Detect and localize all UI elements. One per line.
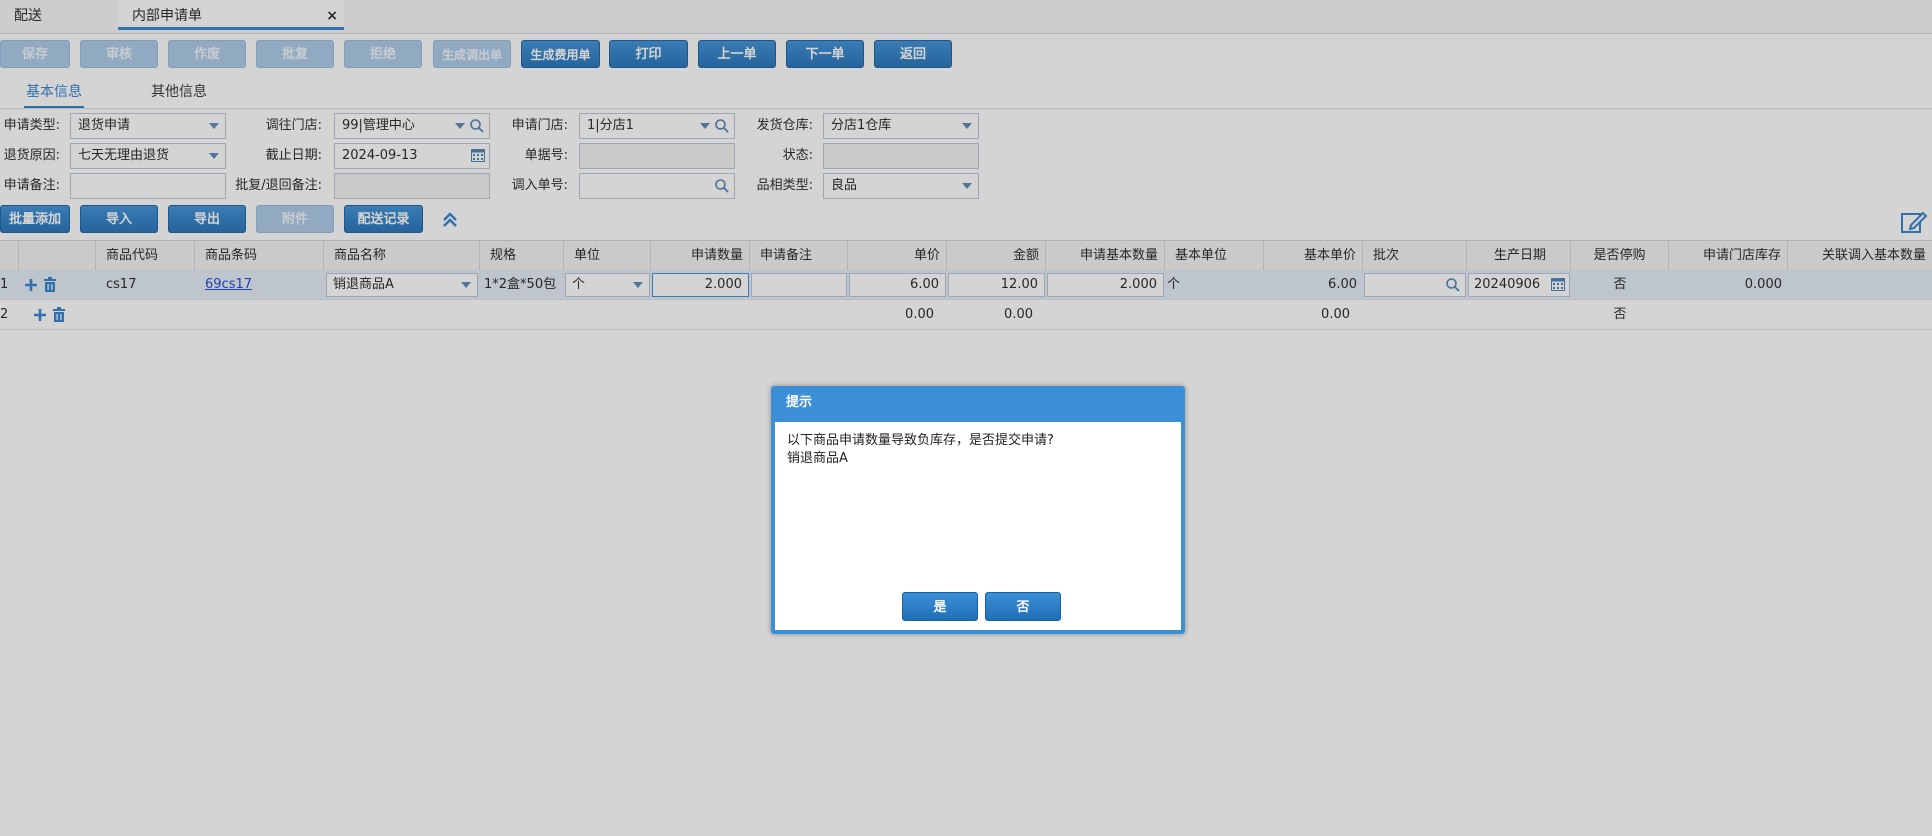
dialog-message-line: 以下商品申请数量导致负库存，是否提交申请? <box>787 433 1054 448</box>
dialog-body: 以下商品申请数量导致负库存，是否提交申请? 销退商品A 是 否 <box>775 422 1181 630</box>
dialog-message: 以下商品申请数量导致负库存，是否提交申请? 销退商品A <box>787 432 1054 468</box>
dialog-message-line: 销退商品A <box>787 451 848 466</box>
yes-button[interactable]: 是 <box>902 592 978 621</box>
no-button[interactable]: 否 <box>985 592 1061 621</box>
dialog-title: 提示 <box>786 395 813 410</box>
confirm-dialog: 提示 以下商品申请数量导致负库存，是否提交申请? 销退商品A 是 否 <box>771 386 1185 634</box>
